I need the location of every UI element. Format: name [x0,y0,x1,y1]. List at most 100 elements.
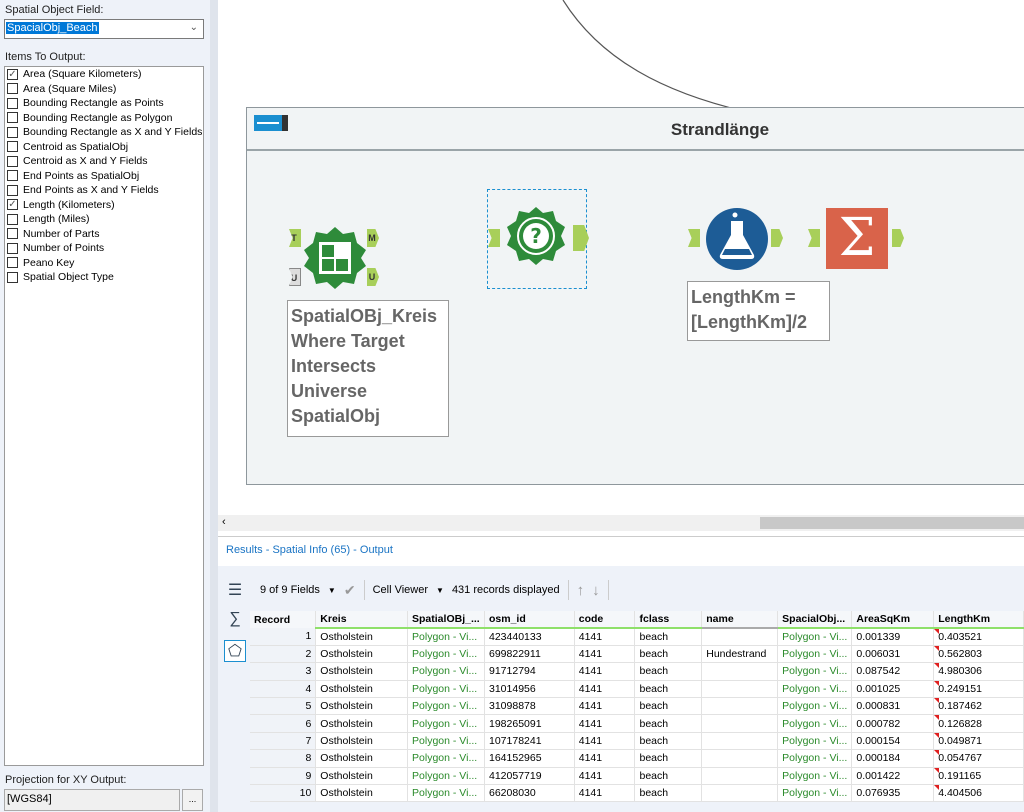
output-item[interactable]: Centroid as X and Y Fields [5,154,203,169]
column-header[interactable]: osm_id [484,611,575,629]
output-item[interactable]: Bounding Rectangle as Polygon [5,111,203,126]
table-cell[interactable]: 5 [250,697,317,716]
projection-field[interactable]: [WGS84] [4,789,180,811]
checkbox[interactable] [7,228,18,240]
table-cell[interactable]: Polygon - Vi... [777,697,853,716]
table-cell[interactable]: 4141 [574,784,636,803]
table-cell[interactable]: 0.403521 [933,628,1024,646]
checkbox[interactable]: ✓ [7,199,18,211]
table-cell[interactable]: 31098878 [484,697,575,716]
output-item[interactable]: ✓ Area (Square Kilometers) [5,67,203,82]
table-cell[interactable]: beach [634,680,703,699]
table-cell[interactable]: 0.001025 [851,680,935,699]
output-item[interactable]: Area (Square Miles) [5,82,203,97]
table-cell[interactable]: Ostholstein [315,784,409,803]
table-cell[interactable]: 198265091 [484,714,575,733]
table-cell[interactable] [701,697,779,716]
table-cell[interactable]: beach [634,732,703,751]
table-cell[interactable]: 0.000831 [851,697,935,716]
table-cell[interactable] [701,662,779,681]
table-cell[interactable]: 164152965 [484,749,575,768]
output-item[interactable]: Centroid as SpatialObj [5,140,203,155]
table-cell[interactable]: Polygon - Vi... [407,680,485,699]
table-cell[interactable]: 4141 [574,732,636,751]
table-cell[interactable]: 3 [250,662,317,681]
chevron-down-icon[interactable]: ▼ [436,586,444,595]
table-cell[interactable]: 0.187462 [933,697,1024,716]
table-row[interactable]: 6 Ostholstein Polygon - Vi... 198265091 4141… [250,714,1024,733]
table-cell[interactable]: 0.006031 [851,645,935,664]
table-row[interactable]: 2 Ostholstein Polygon - Vi... 699822911 4141… [250,645,1024,664]
checkbox[interactable] [7,184,18,196]
output-item[interactable]: Bounding Rectangle as Points [5,96,203,111]
table-cell[interactable]: 4 [250,680,317,699]
projection-browse-button[interactable]: ... [182,789,203,811]
table-cell[interactable]: 0.001422 [851,767,935,786]
table-cell[interactable] [701,714,779,733]
table-cell[interactable]: 0.000154 [851,732,935,751]
table-cell[interactable] [701,628,779,646]
table-cell[interactable]: 0.054767 [933,749,1024,768]
table-cell[interactable]: 6 [250,714,317,733]
arrow-down-icon[interactable]: ↓ [592,582,600,599]
table-cell[interactable]: 4141 [574,767,636,786]
table-row[interactable]: 1 Ostholstein Polygon - Vi... 423440133 4141… [250,628,1024,646]
fields-selector[interactable]: 9 of 9 Fields [260,584,320,596]
table-cell[interactable]: Polygon - Vi... [777,767,853,786]
table-cell[interactable]: Polygon - Vi... [407,749,485,768]
table-cell[interactable]: 0.000782 [851,714,935,733]
table-cell[interactable]: 107178241 [484,732,575,751]
table-row[interactable]: 10 Ostholstein Polygon - Vi... 66208030 4141… [250,784,1024,803]
table-cell[interactable]: 4141 [574,697,636,716]
column-header[interactable]: AreaSqKm [851,611,935,629]
table-cell[interactable]: 9 [250,767,317,786]
checkbox[interactable] [7,83,18,95]
table-cell[interactable]: 0.049871 [933,732,1024,751]
table-cell[interactable]: 0.562803 [933,645,1024,664]
table-row[interactable]: 9 Ostholstein Polygon - Vi... 412057719 4141… [250,767,1024,786]
column-header[interactable]: code [574,611,636,629]
table-cell[interactable]: 412057719 [484,767,575,786]
table-cell[interactable]: Ostholstein [315,645,409,664]
table-cell[interactable]: 4141 [574,749,636,768]
table-cell[interactable]: Polygon - Vi... [407,784,485,803]
table-cell[interactable]: beach [634,714,703,733]
column-header[interactable]: LengthKm [933,611,1024,629]
table-cell[interactable]: 4.980306 [933,662,1024,681]
table-cell[interactable]: 7 [250,732,317,751]
checkbox[interactable] [7,257,18,269]
table-cell[interactable]: 699822911 [484,645,575,664]
data-icon[interactable]: ⬠ [224,640,246,662]
table-row[interactable]: 5 Ostholstein Polygon - Vi... 31098878 4141 b… [250,697,1024,716]
checkbox[interactable] [7,170,18,182]
output-item[interactable]: End Points as SpatialObj [5,169,203,184]
spatial-field-dropdown[interactable]: SpacialObj_Beach ⌄ [4,19,204,39]
table-cell[interactable]: 4141 [574,662,636,681]
checkbox[interactable] [7,141,18,153]
column-header[interactable]: Record [250,611,317,628]
table-cell[interactable]: beach [634,645,703,664]
table-cell[interactable]: Polygon - Vi... [407,645,485,664]
output-item[interactable]: Bounding Rectangle as X and Y Fields [5,125,203,140]
scrollbar-thumb[interactable] [760,517,1024,529]
output-item[interactable]: ✓ Length (Kilometers) [5,198,203,213]
output-item[interactable]: Length (Miles) [5,212,203,227]
table-cell[interactable]: Ostholstein [315,749,409,768]
table-row[interactable]: 3 Ostholstein Polygon - Vi... 91712794 4141 b… [250,662,1024,681]
scroll-left-icon[interactable]: ‹ [222,516,226,528]
chevron-down-icon[interactable]: ▼ [328,586,336,595]
output-item[interactable]: Spatial Object Type [5,270,203,285]
table-cell[interactable]: beach [634,749,703,768]
table-cell[interactable] [701,680,779,699]
column-header[interactable]: name [701,611,779,629]
summary-icon[interactable]: ∑ [224,608,246,630]
metadata-icon[interactable]: ☰ [224,580,246,602]
table-cell[interactable]: 10 [250,784,317,803]
table-cell[interactable]: 0.249151 [933,680,1024,699]
panel-splitter[interactable] [210,0,218,812]
column-header[interactable]: Kreis [315,611,409,629]
table-cell[interactable]: Ostholstein [315,767,409,786]
table-cell[interactable]: 0.191165 [933,767,1024,786]
checkbox[interactable] [7,112,18,124]
table-cell[interactable]: 4141 [574,628,636,646]
